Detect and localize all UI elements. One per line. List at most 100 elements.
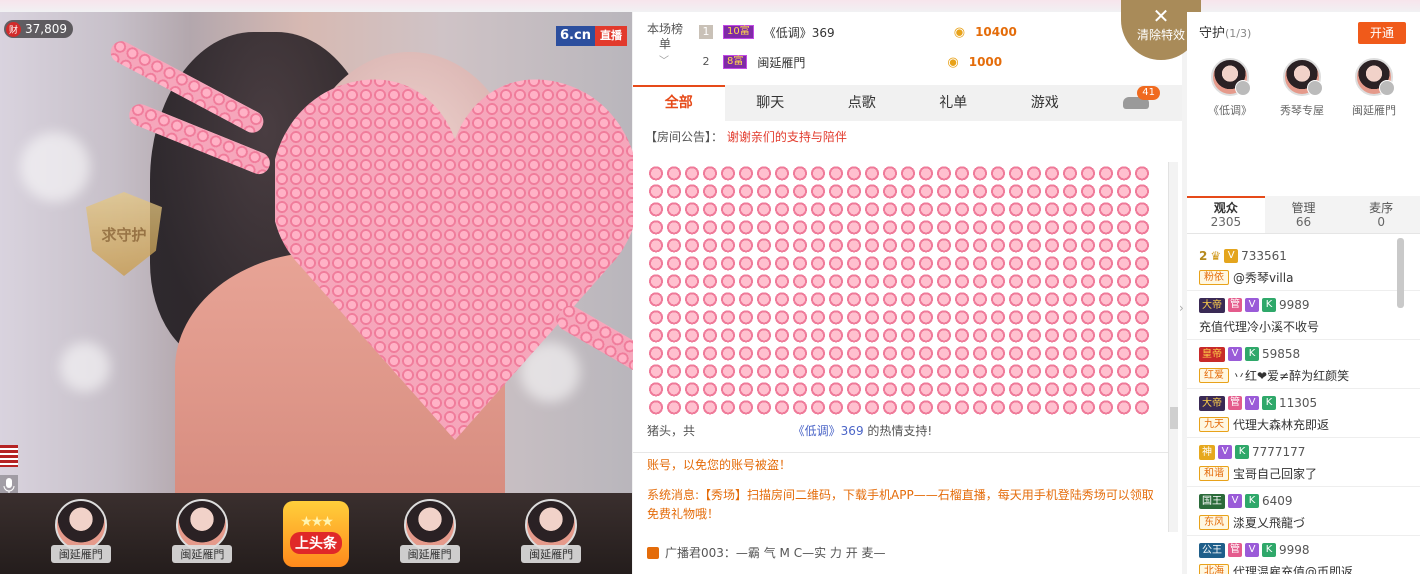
wealth-icon: 财 (6, 21, 21, 37)
audience-user-name: 充值代理冷小溪不收号 (1199, 319, 1320, 334)
guard-list: 《低调》 秀琴专屋 闽延雁門 (1197, 58, 1407, 118)
fan-avatar (176, 498, 229, 551)
room-notice: 【房间公告】： 谢谢亲们的支持与陪伴 (645, 128, 847, 145)
audience-name-line: 红爱 丷红❤爱≠醉为红颜笑 (1199, 366, 1408, 384)
audience-user-id: 7777177 (1252, 445, 1306, 459)
audience-scrollbar[interactable] (1397, 238, 1404, 308)
flag-icon[interactable] (0, 445, 18, 467)
fan-avatar (525, 498, 578, 551)
gift-user-link[interactable]: 《低调》369 (793, 424, 864, 438)
top-fan[interactable]: 闽延雁門 (40, 498, 122, 569)
user-badge: 国王 (1199, 493, 1225, 509)
audience-name-line: 和谐 宝哥自己回家了 (1199, 464, 1408, 482)
audience-row[interactable]: 大帝管 V K 9989 充值代理冷小溪不收号 (1187, 291, 1420, 340)
tab-admins[interactable]: 管理 66 (1264, 196, 1343, 233)
user-badge: V (1228, 494, 1242, 508)
coin-icon: ◉ (947, 54, 959, 70)
ranking-row[interactable]: 1 10富 《低调》369 ◉ 10400 (699, 19, 1017, 45)
fan-name: 闽延雁門 (172, 544, 233, 563)
ranking-row[interactable]: 2 8富 闽延雁門 ◉ 1000 (699, 49, 1003, 75)
guard-member[interactable]: 《低调》 (1197, 58, 1263, 118)
user-badge: K (1245, 347, 1259, 361)
fan-club-badge: 粉依 (1199, 269, 1229, 285)
user-badge: 管 (1228, 298, 1242, 312)
tab-mic-queue[interactable]: 麦序 0 (1342, 196, 1420, 233)
audience-user-name: 丷红❤爱≠醉为红颜笑 (1233, 368, 1350, 383)
user-badge: 大帝 (1199, 395, 1225, 411)
tab-song-request[interactable]: 点歌 (816, 85, 908, 121)
tab-audience-count: 2305 (1210, 215, 1242, 229)
audience-user-id: 9989 (1279, 298, 1310, 312)
audience-badges: 大帝管 V K 9989 (1199, 296, 1408, 314)
user-badge: V (1218, 445, 1232, 459)
audience-row[interactable]: 2 ♛ V 733561 粉依 @秀琴villa (1187, 242, 1420, 291)
tab-all[interactable]: 全部 (633, 85, 725, 121)
tab-gift-list[interactable]: 礼单 (908, 85, 1000, 121)
chat-messages: 猪头，共 《低调》369 的热情支持! (633, 152, 1182, 452)
system-message: 系统消息:【秀场】扫描房间二维码，下载手机APP——石榴直播，每天用手机登陆秀场… (647, 488, 1154, 521)
user-badge: V (1245, 396, 1259, 410)
wealth-level-badge: 8富 (723, 55, 748, 69)
tab-audience-label: 观众 (1213, 201, 1238, 215)
top-strip (0, 0, 1420, 12)
tab-car[interactable]: 41 (1091, 85, 1183, 121)
ranking-user-name: 闽延雁門 (757, 55, 806, 70)
guard-avatar (1211, 58, 1251, 96)
tab-chat[interactable]: 聊天 (725, 85, 817, 121)
user-badge: 神 (1199, 444, 1215, 460)
fan-club-badge: 东风 (1199, 514, 1229, 530)
fan-name: 闽延雁門 (399, 544, 460, 563)
user-badge: 皇帝 (1199, 346, 1225, 362)
chevron-down-icon[interactable]: ﹀ (659, 52, 669, 67)
rank-number: 1 (699, 25, 713, 39)
ranking-label[interactable]: 本场榜单 (645, 22, 685, 52)
open-guard-button[interactable]: 开通 (1358, 22, 1406, 44)
audience-badges: 大帝管 V K 11305 (1199, 394, 1408, 412)
chat-panel: 本场榜单 ﹀ 1 10富 《低调》369 ◉ 10400 2 8富 闽延雁門 ◉… (633, 12, 1182, 574)
notice-prefix: 【房间公告】： (645, 130, 724, 144)
notice-text: 谢谢亲们的支持与陪伴 (726, 130, 847, 144)
user-badge: 管 (1228, 543, 1242, 557)
tab-audience[interactable]: 观众 2305 (1187, 196, 1265, 233)
audience-badges: 神 V K 7777177 (1199, 443, 1408, 461)
right-panel: 守护(1/3) 开通 《低调》 秀琴专屋 闽延雁門 观众 2305 管理 66 … (1187, 12, 1420, 574)
audience-row[interactable]: 大帝管 V K 11305 九天 代理大森林充即返 (1187, 389, 1420, 438)
coin-icon: ◉ (953, 24, 966, 40)
chat-scrollbar-thumb[interactable] (1170, 407, 1178, 429)
chat-scrollbar[interactable] (1168, 162, 1178, 532)
audience-user-name: 宝哥自己回家了 (1233, 466, 1318, 481)
user-badge: K (1262, 298, 1276, 312)
live-label: 直播 (594, 26, 627, 46)
audience-row[interactable]: 皇帝 V K 59858 红爱 丷红❤爱≠醉为红颜笑 (1187, 340, 1420, 389)
bokeh-light (60, 342, 110, 392)
broadcast-line: 广播君003：—霸 气 M C—实 力 开 麦— (647, 544, 886, 561)
tab-games[interactable]: 游戏 (999, 85, 1091, 121)
user-badge: K (1262, 396, 1276, 410)
pig-head-gift-grid (647, 164, 1153, 416)
audience-name-line: 粉依 @秀琴villa (1199, 268, 1408, 286)
guard-name: 秀琴专屋 (1280, 104, 1324, 117)
guard-member[interactable]: 秀琴专屋 (1269, 58, 1335, 118)
audience-name-line: 东风 渁夏乂飛龍づ (1199, 513, 1408, 531)
fan-club-badge: 北海 (1199, 563, 1229, 574)
audience-row[interactable]: 神 V K 7777177 和谐 宝哥自己回家了 (1187, 438, 1420, 487)
stars-icon: ★★★ (300, 513, 334, 530)
audience-user-id: 6409 (1262, 494, 1293, 508)
top-fan[interactable]: 闽延雁門 (510, 498, 592, 569)
fan-avatar (403, 498, 456, 551)
audience-row[interactable]: 公王管 V K 9998 北海 代理温雇充值@币即返 (1187, 536, 1420, 574)
headline-button[interactable]: ★★★ 上头条 (282, 500, 349, 567)
audience-user-id: 59858 (1262, 347, 1301, 361)
guard-count: (1/3) (1225, 27, 1252, 40)
broadcast-text: 广播君003：—霸 气 M C—实 力 开 麦— (665, 546, 886, 560)
guard-member[interactable]: 闽延雁門 (1341, 58, 1407, 118)
audience-row[interactable]: 国王 V K 6409 东风 渁夏乂飛龍づ (1187, 487, 1420, 536)
wealth-count: 37,809 (25, 22, 67, 36)
audience-user-id: 11305 (1279, 396, 1318, 410)
top-fan[interactable]: 闽延雁門 (161, 498, 243, 569)
audience-badges: 2 ♛ V 733561 (1199, 247, 1408, 265)
top-fan[interactable]: 闽延雁門 (389, 498, 471, 569)
tab-mic-queue-count: 0 (1377, 215, 1385, 229)
microphone-icon[interactable] (0, 475, 18, 493)
audience-list: 2 ♛ V 733561 粉依 @秀琴villa 大帝管 V K 9989 充值代理冷小溪不收号 皇帝… (1187, 242, 1420, 574)
